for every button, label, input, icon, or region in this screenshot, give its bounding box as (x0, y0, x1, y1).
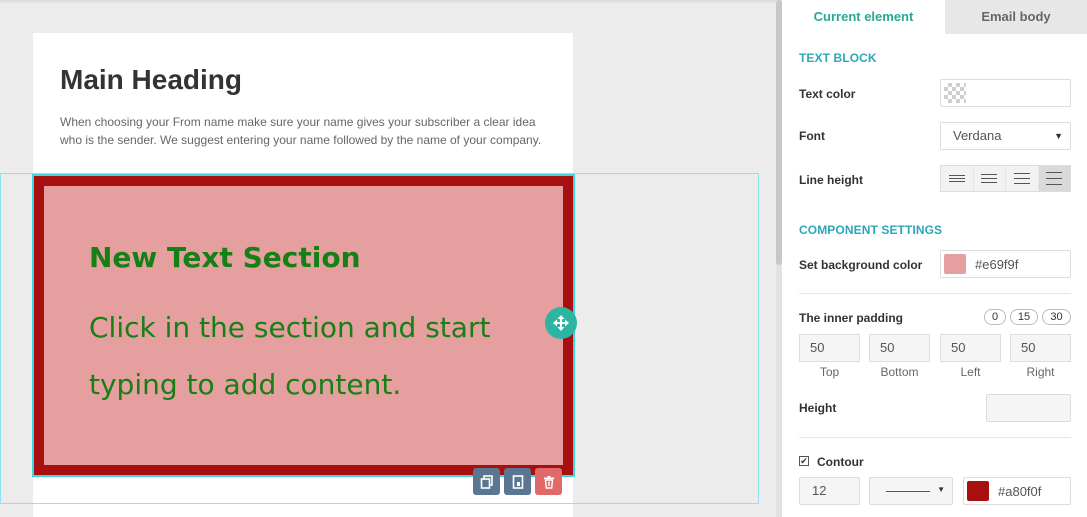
padding-right-label: Right (1026, 365, 1055, 379)
trash-icon (543, 475, 554, 489)
padding-right-input[interactable]: 50 (1010, 334, 1071, 362)
padding-top-input[interactable]: 50 (799, 334, 860, 362)
padding-top-label: Top (819, 365, 840, 379)
email-canvas: Main Heading When choosing your From nam… (0, 0, 777, 517)
font-select-value: Verdana (953, 128, 1002, 143)
divider (799, 293, 1071, 294)
line-height-label: Line height (799, 173, 863, 187)
inner-padding-label: The inner padding (799, 311, 903, 325)
save-block-button[interactable] (504, 468, 531, 495)
text-color-label: Text color (799, 87, 856, 101)
transparent-swatch (944, 83, 966, 103)
padding-left-label: Left (960, 365, 981, 379)
delete-block-button[interactable] (535, 468, 562, 495)
font-select[interactable]: Verdana ▼ (940, 122, 1071, 150)
line-height-option-4[interactable] (1038, 166, 1070, 191)
padding-preset-30[interactable]: 30 (1042, 309, 1071, 325)
move-icon[interactable] (545, 307, 577, 339)
tab-current-element[interactable]: Current element (782, 0, 945, 34)
contour-style-select[interactable]: ▼ (869, 477, 953, 505)
line-height-option-1[interactable] (941, 166, 974, 191)
copy-block-button[interactable] (473, 468, 500, 495)
tab-email-body[interactable]: Email body (945, 0, 1087, 34)
line-spacing-normal-icon (981, 174, 998, 183)
line-spacing-tight-icon (948, 175, 965, 182)
text-block-section-title: TEXT BLOCK (799, 51, 877, 65)
top-shadow (0, 0, 777, 4)
text-color-picker[interactable] (940, 79, 1071, 107)
dropdown-arrow-icon: ▼ (937, 485, 945, 494)
contour-checkbox[interactable]: ✔ (799, 456, 809, 466)
contour-label: Contour (817, 455, 864, 469)
copy-icon (480, 474, 493, 489)
settings-panel: Current element Email body TEXT BLOCK Te… (782, 0, 1087, 517)
background-color-hex: #e69f9f (975, 257, 1019, 272)
font-label: Font (799, 129, 825, 143)
background-color-swatch (944, 254, 966, 274)
background-color-picker[interactable]: #e69f9f (940, 250, 1071, 278)
block-title[interactable]: New Text Section (89, 241, 361, 274)
line-height-option-3[interactable] (1006, 166, 1039, 191)
height-label: Height (799, 401, 837, 415)
padding-left-input[interactable]: 50 (940, 334, 1001, 362)
padding-bottom-input[interactable]: 50 (869, 334, 930, 362)
padding-preset-15[interactable]: 15 (1010, 309, 1038, 325)
intro-paragraph[interactable]: When choosing your From name make sure y… (60, 113, 550, 149)
line-height-option-2[interactable] (974, 166, 1006, 191)
contour-color-hex: #a80f0f (998, 484, 1042, 499)
solid-line-icon (886, 491, 930, 492)
line-spacing-relaxed-icon (1013, 173, 1030, 184)
background-color-label: Set background color (799, 258, 923, 272)
padding-preset-0[interactable]: 0 (984, 309, 1006, 325)
height-input[interactable] (986, 394, 1071, 422)
contour-color-swatch (967, 481, 989, 501)
save-block-icon (512, 474, 523, 489)
component-settings-title: COMPONENT SETTINGS (799, 223, 943, 237)
text-block[interactable]: New Text Section Click in the section an… (34, 176, 573, 475)
dropdown-arrow-icon: ▼ (1054, 131, 1063, 141)
text-block-content[interactable]: New Text Section Click in the section an… (44, 186, 563, 465)
panel-tabs: Current element Email body (782, 0, 1087, 34)
main-heading[interactable]: Main Heading (60, 64, 242, 96)
block-body[interactable]: Click in the section and start typing to… (89, 299, 539, 413)
line-spacing-wide-icon (1046, 172, 1063, 185)
divider (799, 437, 1071, 438)
contour-color-picker[interactable]: #a80f0f (963, 477, 1071, 505)
line-height-selector (940, 165, 1071, 192)
contour-width-input[interactable]: 12 (799, 477, 860, 505)
padding-bottom-label: Bottom (880, 365, 919, 379)
